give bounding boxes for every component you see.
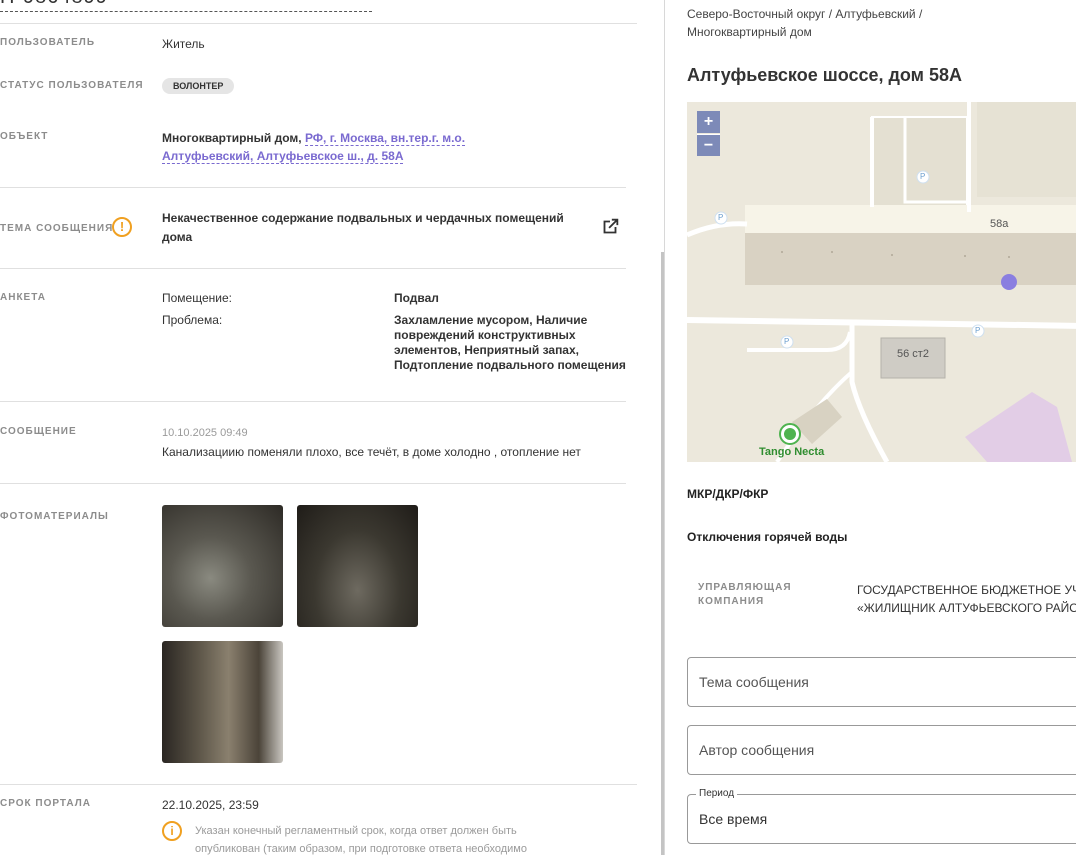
author-filter-input[interactable] — [688, 726, 1076, 774]
mkr-section[interactable]: МКР/ДКР/ФКР — [687, 487, 768, 501]
panel-divider — [664, 0, 665, 855]
divider — [0, 187, 626, 188]
object-address-link-cont[interactable]: Алтуфьевский, Алтуфьевское ш., д. 58А — [162, 149, 404, 164]
object-address-link[interactable]: РФ, г. Москва, вн.тер.г. м.о. — [304, 131, 466, 146]
zoom-in-button[interactable]: + — [697, 111, 720, 133]
deadline-label: СРОК ПОРТАЛА — [0, 798, 91, 809]
parking-icon: P — [920, 172, 926, 181]
management-company-value: ГОСУДАРСТВЕННОЕ БЮДЖЕТНОЕ УЧРЕЖДЕНИЕ «ЖИ… — [857, 581, 1076, 617]
survey-value-room: Подвал — [394, 291, 439, 305]
photo-thumbnail[interactable] — [162, 505, 283, 627]
uk-value-line2: «ЖИЛИЩНИК АЛТУФЬЕВСКОГО РАЙОНА» — [857, 601, 1076, 615]
photo-thumbnail[interactable] — [297, 505, 418, 627]
object-label: ОБЪЕКТ — [0, 131, 49, 142]
photos-label: ФОТОМАТЕРИАЛЫ — [0, 511, 109, 522]
user-status-label: СТАТУС ПОЛЬЗОВАТЕЛЯ — [0, 80, 144, 91]
period-select[interactable]: Период Все время — [687, 788, 1076, 844]
survey-key-room: Помещение: — [162, 291, 232, 305]
parking-icon: P — [784, 337, 790, 346]
building2-label: 56 ст2 — [897, 348, 929, 360]
warning-icon[interactable]: ! — [112, 217, 132, 237]
topic-line1: Некачественное содержание подвальных и ч… — [162, 211, 564, 225]
user-label: ПОЛЬЗОВАТЕЛЬ — [0, 37, 96, 48]
topic-value: Некачественное содержание подвальных и ч… — [162, 209, 582, 247]
user-status-badge: ВОЛОНТЕР — [162, 78, 235, 94]
zoom-out-button[interactable]: − — [697, 134, 720, 156]
uk-label-line2: КОМПАНИЯ — [698, 596, 765, 607]
message-date: 10.10.2025 09:49 — [162, 427, 248, 439]
map-marker — [1001, 274, 1017, 290]
author-filter-field[interactable] — [687, 725, 1076, 775]
uk-value-line1: ГОСУДАРСТВЕННОЕ БЮДЖЕТНОЕ УЧРЕЖДЕНИЕ — [857, 583, 1076, 597]
user-value: Житель — [162, 37, 205, 51]
survey-value-problem: Захламление мусором, Наличие повреждений… — [394, 313, 626, 372]
topic-filter-field[interactable] — [687, 657, 1076, 707]
breadcrumb-line2: Многоквартирный дом — [687, 25, 812, 39]
period-value: Все время — [699, 811, 768, 827]
parking-icon: P — [718, 213, 724, 222]
topic-line2: дома — [162, 230, 193, 244]
map-canvas — [687, 102, 1076, 462]
object-address-title: Алтуфьевское шоссе, дом 58А — [687, 65, 963, 85]
divider — [0, 483, 626, 484]
divider — [0, 268, 626, 269]
object-type: Многоквартирный дом, — [162, 131, 302, 145]
period-label: Период — [696, 788, 738, 799]
deadline-note: Указан конечный регламентный срок, когда… — [195, 825, 527, 855]
map[interactable]: + − 58а 56 ст2 Tango Necta P P P P — [687, 102, 1076, 462]
topic-filter-input[interactable] — [688, 658, 1076, 706]
topic-label: ТЕМА СООБЩЕНИЯ — [0, 223, 114, 234]
uk-label-line1: УПРАВЛЯЮЩАЯ — [698, 582, 792, 593]
survey-key-problem: Проблема: — [162, 313, 223, 327]
photo-thumbnail[interactable] — [162, 641, 283, 763]
deadline-value: 22.10.2025, 23:59 — [162, 798, 259, 812]
hot-water-section[interactable]: Отключения горячей воды — [687, 530, 847, 544]
object-info-panel: Северо-Восточный округ / Алтуфьевский / … — [687, 0, 1076, 855]
management-company-label: УПРАВЛЯЮЩАЯ КОМПАНИЯ — [698, 581, 792, 609]
breadcrumb-line1: Северо-Восточный округ / Алтуфьевский / — [687, 7, 923, 21]
survey-label: АНКЕТА — [0, 292, 46, 303]
breadcrumb: Северо-Восточный округ / Алтуфьевский / … — [687, 5, 987, 41]
message-label: СООБЩЕНИЕ — [0, 426, 77, 437]
message-text: Канализациию поменяли плохо, все течёт, … — [162, 445, 581, 459]
divider — [0, 784, 637, 785]
building-label: 58а — [990, 218, 1009, 230]
object-value: Многоквартирный дом, РФ, г. Москва, вн.т… — [162, 129, 492, 165]
info-icon: i — [162, 821, 182, 841]
request-details-panel: П-9864899 ПОЛЬЗОВАТЕЛЬ Житель СТАТУС ПОЛ… — [0, 0, 637, 855]
poi-label: Tango Necta — [759, 446, 825, 458]
request-number: П-9864899 — [0, 0, 372, 12]
parking-icon: P — [975, 326, 981, 335]
divider — [0, 23, 637, 24]
divider — [0, 401, 626, 402]
open-external-icon[interactable] — [599, 216, 621, 238]
